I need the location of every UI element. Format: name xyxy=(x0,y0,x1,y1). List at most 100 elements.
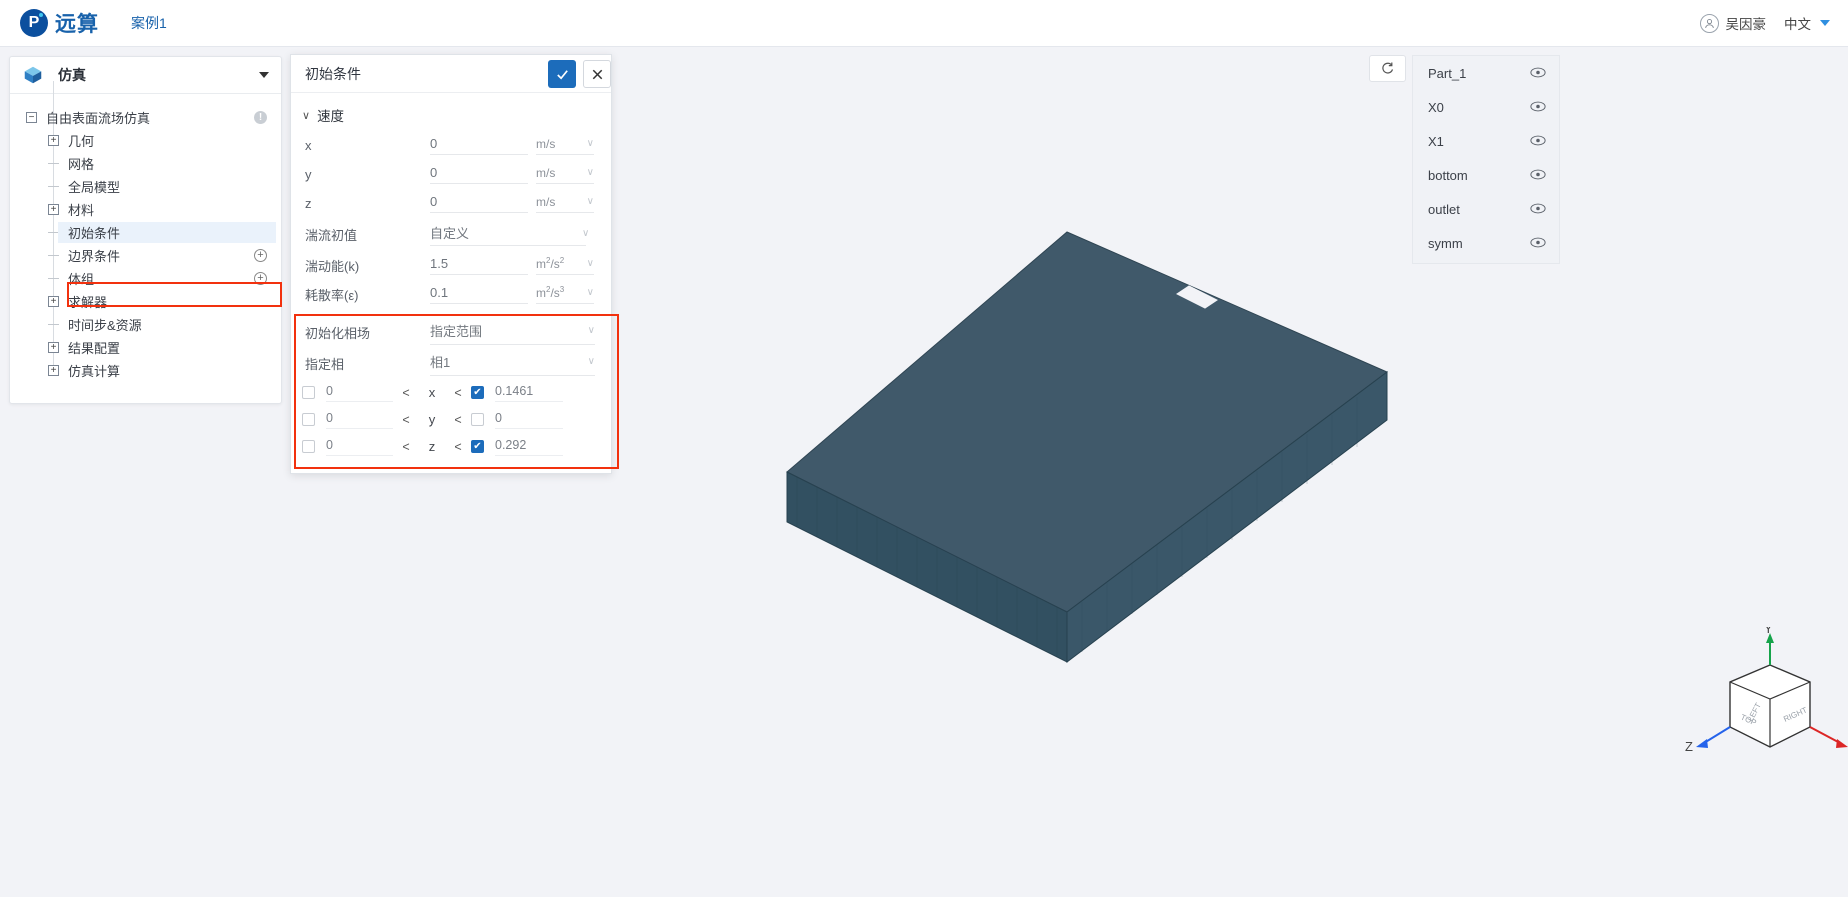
close-icon xyxy=(592,69,602,79)
info-icon[interactable]: ! xyxy=(254,111,267,124)
part-label: symm xyxy=(1428,235,1463,251)
range-y-max-input[interactable]: 0 xyxy=(495,411,563,429)
velocity-y-input[interactable]: 0 xyxy=(430,165,528,184)
eye-icon[interactable] xyxy=(1530,202,1546,217)
turbulence-eps-input[interactable]: 0.1 xyxy=(430,285,528,304)
part-list-item[interactable]: symm xyxy=(1413,226,1559,260)
eye-icon[interactable] xyxy=(1530,236,1546,251)
velocity-section-header[interactable]: ∨ 速度 xyxy=(291,93,611,131)
eye-icon[interactable] xyxy=(1530,168,1546,183)
turbulence-k-input[interactable]: 1.5 xyxy=(430,256,528,275)
range-z-max-checkbox[interactable] xyxy=(471,440,484,453)
tree-node-global-model[interactable]: 全局模型 xyxy=(10,175,281,198)
tree-node-label: 体组 xyxy=(68,272,95,287)
caret-down-icon[interactable] xyxy=(259,72,269,78)
range-z-op-left: < xyxy=(402,439,410,454)
velocity-z-input[interactable]: 0 xyxy=(430,194,528,213)
top-bar-right: 吴因豪 中文 xyxy=(1699,13,1830,33)
tree-node-solver[interactable]: + 求解器 xyxy=(10,290,281,313)
case-name[interactable]: 案例1 xyxy=(131,13,167,33)
eye-icon[interactable] xyxy=(1530,100,1546,115)
tree-expand-icon[interactable]: + xyxy=(48,204,59,215)
tree-node-label: 时间步&资源 xyxy=(68,318,142,333)
tree-collapse-icon[interactable]: − xyxy=(26,112,37,123)
range-z-min-checkbox[interactable] xyxy=(302,440,315,453)
range-x-max-checkbox[interactable] xyxy=(471,386,484,399)
cancel-button[interactable] xyxy=(583,60,611,88)
add-icon[interactable]: + xyxy=(254,272,267,285)
top-bar: P 远算 案例1 吴因豪 中文 xyxy=(0,0,1848,47)
part-list-item[interactable]: outlet xyxy=(1413,192,1559,226)
turbulence-eps-label: 耗散率(ε) xyxy=(305,288,359,303)
range-z-max-input[interactable]: 0.292 xyxy=(495,438,563,456)
turbulence-eps-unit-select[interactable]: m2/s3 ∨ xyxy=(536,285,594,304)
tree-expand-icon[interactable]: + xyxy=(48,365,59,376)
tree-node-root[interactable]: − 自由表面流场仿真 ! xyxy=(10,106,281,129)
range-y-op-left: < xyxy=(402,412,410,427)
eye-icon[interactable] xyxy=(1530,66,1546,81)
part-list-item[interactable]: bottom xyxy=(1413,158,1559,192)
chevron-down-icon: ∨ xyxy=(586,258,594,269)
user-menu[interactable]: 吴因豪 xyxy=(1699,13,1766,33)
confirm-button[interactable] xyxy=(548,60,576,88)
range-z-min-input[interactable]: 0 xyxy=(326,438,393,456)
range-x-min-checkbox[interactable] xyxy=(302,386,315,399)
part-list-item[interactable]: X0 xyxy=(1413,90,1559,124)
tree-expand-icon[interactable]: + xyxy=(48,135,59,146)
simulation-tree: − 自由表面流场仿真 ! + 几何 网格 全局模型 + 材料 初始条件 边界条件… xyxy=(10,81,281,382)
range-row-x: 0 < x < 0.1461 xyxy=(291,379,611,406)
tree-expand-icon[interactable]: + xyxy=(48,296,59,307)
velocity-y-unit-select[interactable]: m/s ∨ xyxy=(536,166,594,184)
chevron-down-icon: ∨ xyxy=(586,287,594,298)
tree-leaf-icon xyxy=(48,255,59,256)
initial-conditions-dialog: 初始条件 ∨ 速度 x 0 m/s ∨ y 0 m/s ∨ z 0 m/s ∨ … xyxy=(290,54,619,474)
velocity-y-label: y xyxy=(305,167,312,182)
tree-node-timestep-resources[interactable]: 时间步&资源 xyxy=(10,313,281,336)
tree-node-boundary-conditions[interactable]: 边界条件 + xyxy=(10,244,281,267)
velocity-x-unit-select[interactable]: m/s ∨ xyxy=(536,137,594,155)
tree-node-result-config[interactable]: + 结果配置 xyxy=(10,336,281,359)
velocity-x-input[interactable]: 0 xyxy=(430,136,528,155)
phase-select-label: 指定相 xyxy=(305,357,345,372)
brand-logo[interactable]: P 远算 xyxy=(20,8,99,38)
phase-init-field-value: 指定范围 xyxy=(430,323,483,339)
tree-node-material[interactable]: + 材料 xyxy=(10,198,281,221)
tree-node-label: 自由表面流场仿真 xyxy=(46,111,151,126)
phase-init-field-select[interactable]: 指定范围 ∨ xyxy=(430,321,595,345)
tree-node-geometry[interactable]: + 几何 xyxy=(10,129,281,152)
add-icon[interactable]: + xyxy=(254,249,267,262)
range-y-min-input[interactable]: 0 xyxy=(326,411,393,429)
velocity-x-row: x 0 m/s ∨ xyxy=(291,131,611,160)
tree-node-initial-conditions[interactable]: 初始条件 xyxy=(10,221,281,244)
tree-node-volume-group[interactable]: 体组 + xyxy=(10,267,281,290)
part-label: outlet xyxy=(1428,201,1460,217)
range-x-min-input[interactable]: 0 xyxy=(326,384,393,402)
refresh-button[interactable] xyxy=(1369,55,1406,82)
velocity-z-unit-select[interactable]: m/s ∨ xyxy=(536,195,594,213)
part-list-item[interactable]: X1 xyxy=(1413,124,1559,158)
tree-expand-icon[interactable]: + xyxy=(48,342,59,353)
simulation-tree-panel: 仿真 − 自由表面流场仿真 ! + 几何 网格 全局模型 + 材料 初始条件 边… xyxy=(9,56,282,404)
language-selector[interactable]: 中文 xyxy=(1784,13,1830,33)
tree-node-label: 初始条件 xyxy=(68,226,121,241)
phase-select-value: 相1 xyxy=(430,354,451,370)
range-x-op-left: < xyxy=(402,385,410,400)
part-label: X0 xyxy=(1428,99,1444,115)
range-y-min-checkbox[interactable] xyxy=(302,413,315,426)
phase-select-dropdown[interactable]: 相1 ∨ xyxy=(430,352,595,376)
range-x-max-input[interactable]: 0.1461 xyxy=(495,384,563,402)
part-label: Part_1 xyxy=(1428,65,1467,81)
tree-leaf-icon xyxy=(48,186,59,187)
range-y-max-checkbox[interactable] xyxy=(471,413,484,426)
simulation-panel-header[interactable]: 仿真 xyxy=(10,57,281,94)
turbulence-k-row: 湍动能(k) 1.5 m2/s2 ∨ xyxy=(291,251,611,280)
tree-node-mesh[interactable]: 网格 xyxy=(10,152,281,175)
eye-icon[interactable] xyxy=(1530,134,1546,149)
part-list-item[interactable]: Part_1 xyxy=(1413,56,1559,90)
turbulence-init-select[interactable]: 自定义 xyxy=(430,223,586,246)
turbulence-k-unit-select[interactable]: m2/s2 ∨ xyxy=(536,256,594,275)
axis-triad[interactable]: LEFT TOP RIGHT Y X Z xyxy=(1682,627,1848,787)
phase-init-field-label: 初始化相场 xyxy=(305,326,371,341)
tree-node-simulation-run[interactable]: + 仿真计算 xyxy=(10,359,281,382)
velocity-y-row: y 0 m/s ∨ xyxy=(291,160,611,189)
